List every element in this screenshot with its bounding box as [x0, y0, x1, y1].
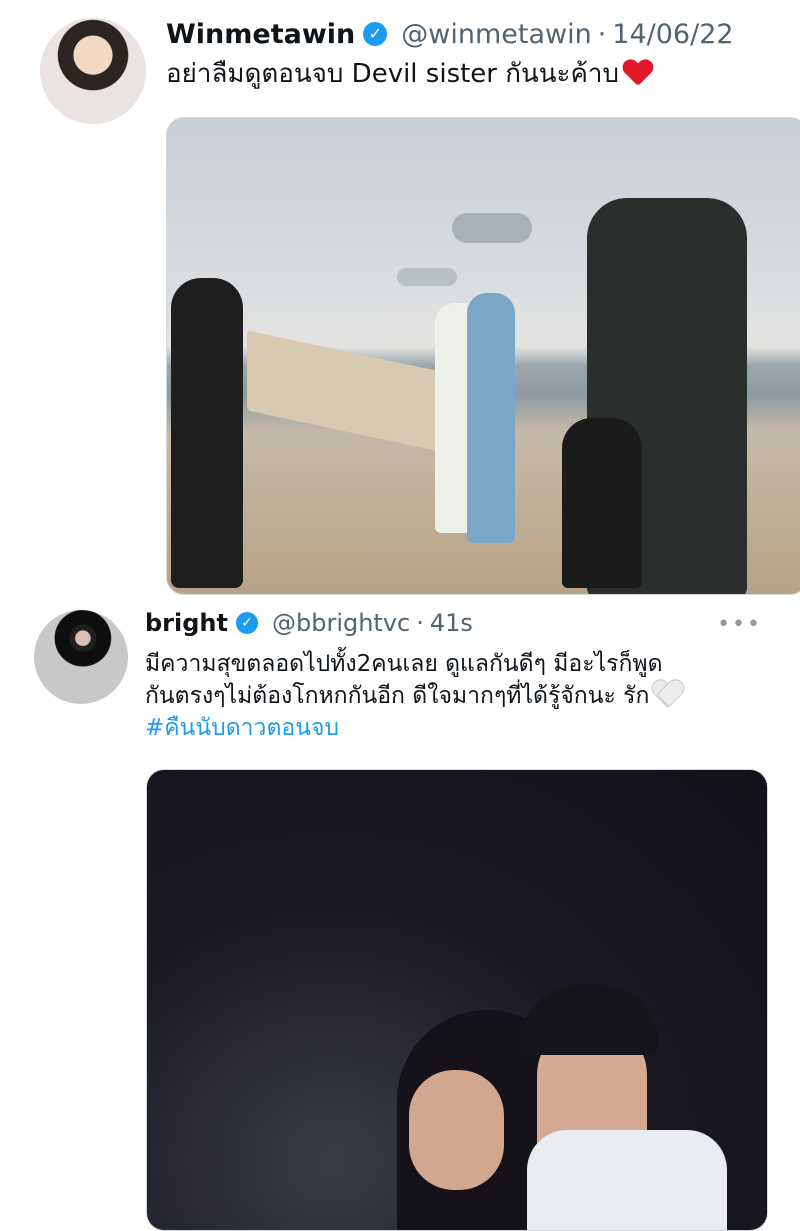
tweet-header: Winmetawin ✓ @winmetawin · 14/06/22 [166, 14, 734, 54]
user-handle[interactable]: @bbrightvc [272, 609, 410, 637]
couple-figure [467, 293, 515, 543]
white-heart-icon [653, 681, 683, 707]
cloud-shape [452, 213, 532, 243]
display-name[interactable]: Winmetawin [166, 19, 355, 50]
cloud-shape [397, 268, 457, 286]
tweet-text: มีความสุขตลอดไปทั้ง2คนเลย ดูแลกันดีๆ มีอ… [145, 648, 775, 745]
person-figure [519, 985, 659, 1055]
tweet-timestamp[interactable]: 41s [430, 609, 473, 637]
crew-member-figure [562, 418, 642, 588]
person-figure [527, 1130, 727, 1230]
tweet-photo-beach-set[interactable] [166, 117, 800, 595]
tweet-timestamp[interactable]: 14/06/22 [612, 19, 733, 50]
user-handle[interactable]: @winmetawin [401, 19, 591, 50]
tweet-header: bright ✓ @bbrightvc · 41s [145, 605, 473, 641]
verified-badge-icon: ✓ [235, 612, 258, 634]
person-figure [409, 1070, 504, 1190]
avatar[interactable] [34, 610, 128, 704]
tweet-text: อย่าลืมดูตอนจบ Devil sister กันนะค้าบ [166, 56, 653, 92]
more-options-icon[interactable]: ••• [717, 612, 762, 637]
crew-member-figure [171, 278, 243, 588]
tweet-text-line: มีความสุขตลอดไปทั้ง2คนเลย ดูแลกันดีๆ มีอ… [145, 651, 663, 677]
verified-badge-icon: ✓ [363, 22, 388, 46]
hashtag-link[interactable]: #คืนนับดาวตอนจบ [145, 712, 775, 744]
tweet-photo-night-kiss[interactable] [146, 769, 768, 1231]
separator-dot: · [416, 609, 424, 637]
display-name[interactable]: bright [145, 609, 228, 637]
tweet-text-line: กันตรงๆไม่ต้องโกหกกันอีก ดีใจมากๆที่ได้ร… [145, 683, 650, 710]
tweet-text-body: อย่าลืมดูตอนจบ Devil sister กันนะค้าบ [166, 59, 620, 89]
avatar[interactable] [40, 18, 146, 124]
separator-dot: · [597, 18, 607, 50]
red-heart-icon [623, 60, 653, 86]
